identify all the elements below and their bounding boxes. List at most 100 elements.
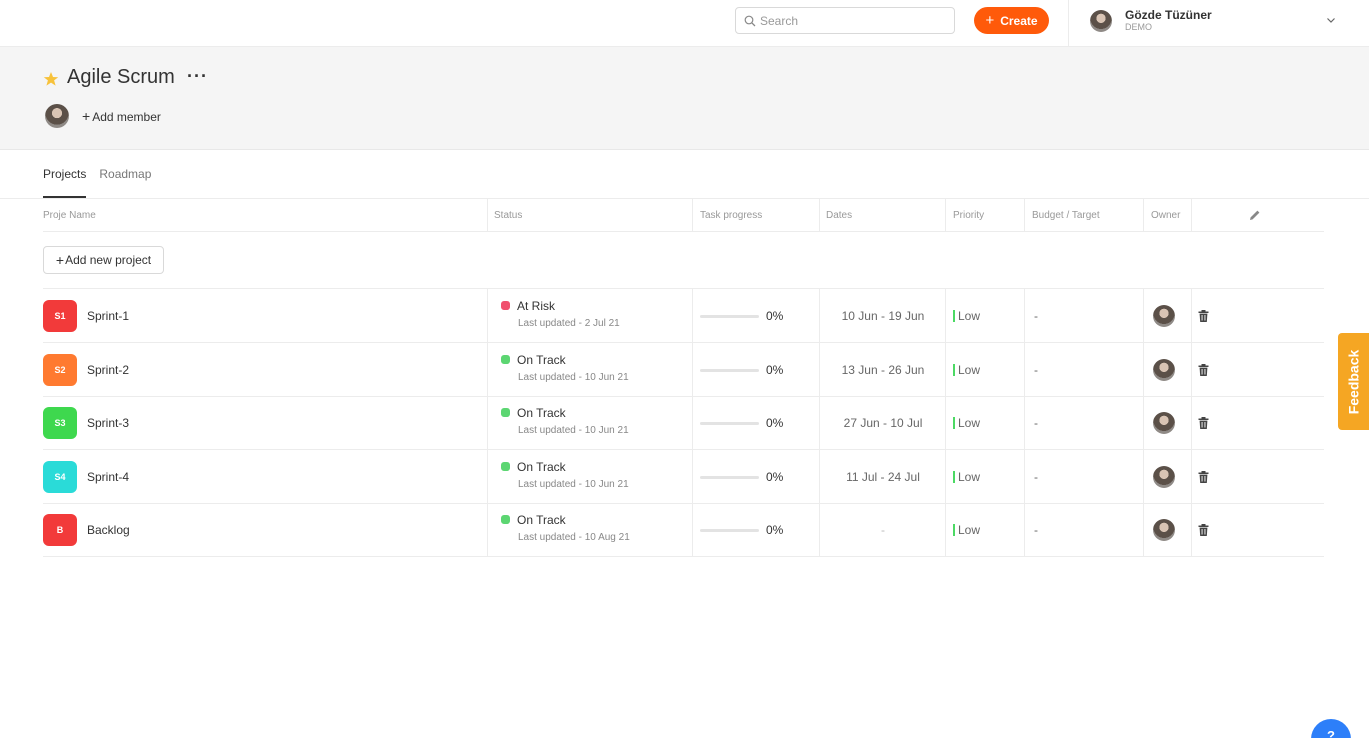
progress-bar [700, 315, 759, 318]
table-row[interactable]: S1 Sprint-1 At Risk Last updated - 2 Jul 21… [43, 289, 1324, 343]
tab-projects[interactable]: Projects [43, 150, 87, 198]
owner-avatar[interactable] [1153, 359, 1175, 381]
member-avatar[interactable] [45, 104, 69, 128]
column-divider [692, 199, 693, 232]
status-label[interactable]: On Track [517, 460, 566, 474]
status-dot [501, 301, 510, 310]
budget-value[interactable]: - [1034, 470, 1038, 484]
search-input[interactable] [760, 13, 940, 28]
column-divider [1191, 199, 1192, 232]
user-info: Gözde Tüzüner DEMO [1125, 8, 1212, 33]
trash-icon[interactable] [1198, 310, 1209, 322]
priority-indicator [953, 417, 955, 429]
priority-label[interactable]: Low [958, 416, 980, 430]
star-icon[interactable] [43, 71, 59, 87]
status-label[interactable]: At Risk [517, 299, 555, 313]
status-updated: Last updated - 2 Jul 21 [518, 318, 620, 329]
project-badge: B [43, 514, 77, 546]
status-label[interactable]: On Track [517, 406, 566, 420]
column-header-name[interactable]: Proje Name [43, 210, 96, 221]
budget-value[interactable]: - [1034, 416, 1038, 430]
owner-avatar[interactable] [1153, 412, 1175, 434]
add-member-button[interactable]: + Add member [82, 108, 161, 124]
top-bar: + Create Gözde Tüzüner DEMO [0, 0, 1369, 47]
edit-columns-icon[interactable] [1249, 209, 1261, 221]
project-dates[interactable]: 10 Jun - 19 Jun [820, 309, 946, 323]
status-updated: Last updated - 10 Jun 21 [518, 425, 629, 436]
column-header-budget[interactable]: Budget / Target [1032, 210, 1100, 221]
project-dates[interactable]: - [820, 523, 946, 537]
priority-label[interactable]: Low [958, 470, 980, 484]
user-name: Gözde Tüzüner [1125, 8, 1212, 22]
column-header-dates[interactable]: Dates [826, 210, 852, 221]
budget-value[interactable]: - [1034, 363, 1038, 377]
priority-label[interactable]: Low [958, 363, 980, 377]
project-name[interactable]: Sprint-4 [87, 470, 129, 484]
column-divider [945, 199, 946, 232]
budget-value[interactable]: - [1034, 309, 1038, 323]
add-project-label: Add new project [65, 253, 152, 267]
trash-icon[interactable] [1198, 471, 1209, 483]
project-name[interactable]: Backlog [87, 523, 130, 537]
project-name[interactable]: Sprint-3 [87, 416, 129, 430]
trash-icon[interactable] [1198, 524, 1209, 536]
project-badge: S3 [43, 407, 77, 439]
progress-percent: 0% [766, 523, 784, 537]
status-label[interactable]: On Track [517, 353, 566, 367]
progress-bar [700, 476, 759, 479]
project-name[interactable]: Sprint-1 [87, 309, 129, 323]
plus-icon: + [985, 12, 995, 29]
status-label[interactable]: On Track [517, 513, 566, 527]
project-dates[interactable]: 13 Jun - 26 Jun [820, 363, 946, 377]
help-button[interactable]: ? [1311, 719, 1351, 738]
table-row[interactable]: B Backlog On Track Last updated - 10 Aug 21… [43, 503, 1324, 557]
project-dates[interactable]: 27 Jun - 10 Jul [820, 416, 946, 430]
feedback-button[interactable]: Feedback [1338, 333, 1369, 430]
column-header-owner[interactable]: Owner [1151, 210, 1180, 221]
plus-icon: + [82, 108, 91, 124]
progress-bar [700, 529, 759, 532]
chevron-down-icon[interactable] [1326, 15, 1336, 25]
project-badge: S2 [43, 354, 77, 386]
progress-percent: 0% [766, 470, 784, 484]
column-header-progress[interactable]: Task progress [700, 210, 762, 221]
status-dot [501, 355, 510, 364]
more-options-icon[interactable]: ··· [187, 66, 208, 87]
project-name[interactable]: Sprint-2 [87, 363, 129, 377]
column-header-priority[interactable]: Priority [953, 210, 984, 221]
status-updated: Last updated - 10 Jun 21 [518, 372, 629, 383]
progress-bar [700, 422, 759, 425]
tab-bar: Projects Roadmap [43, 150, 164, 199]
create-button[interactable]: + Create [974, 7, 1049, 34]
priority-label[interactable]: Low [958, 523, 980, 537]
progress-percent: 0% [766, 309, 784, 323]
search-box[interactable] [735, 7, 955, 34]
priority-label[interactable]: Low [958, 309, 980, 323]
column-divider [487, 199, 488, 232]
column-divider [1024, 199, 1025, 232]
trash-icon[interactable] [1198, 417, 1209, 429]
add-member-label: Add member [92, 110, 161, 124]
priority-indicator [953, 364, 955, 376]
column-divider [1143, 199, 1144, 232]
project-badge: S4 [43, 461, 77, 493]
table-row[interactable]: S3 Sprint-3 On Track Last updated - 10 Jun … [43, 396, 1324, 450]
owner-avatar[interactable] [1153, 466, 1175, 488]
help-label: ? [1327, 728, 1335, 738]
user-menu[interactable]: Gözde Tüzüner DEMO [1090, 8, 1212, 33]
table-row[interactable]: S2 Sprint-2 On Track Last updated - 10 Jun … [43, 343, 1324, 397]
project-dates[interactable]: 11 Jul - 24 Jul [820, 470, 946, 484]
table-row[interactable]: S4 Sprint-4 On Track Last updated - 10 Jun … [43, 450, 1324, 504]
trash-icon[interactable] [1198, 364, 1209, 376]
owner-avatar[interactable] [1153, 305, 1175, 327]
tab-roadmap[interactable]: Roadmap [99, 150, 151, 198]
column-header-status[interactable]: Status [494, 210, 522, 221]
status-updated: Last updated - 10 Jun 21 [518, 479, 629, 490]
budget-value[interactable]: - [1034, 523, 1038, 537]
page-title: Agile Scrum [67, 66, 175, 88]
progress-percent: 0% [766, 416, 784, 430]
column-divider [819, 199, 820, 232]
owner-avatar[interactable] [1153, 519, 1175, 541]
project-badge: S1 [43, 300, 77, 332]
add-new-project-button[interactable]: + Add new project [43, 246, 164, 274]
